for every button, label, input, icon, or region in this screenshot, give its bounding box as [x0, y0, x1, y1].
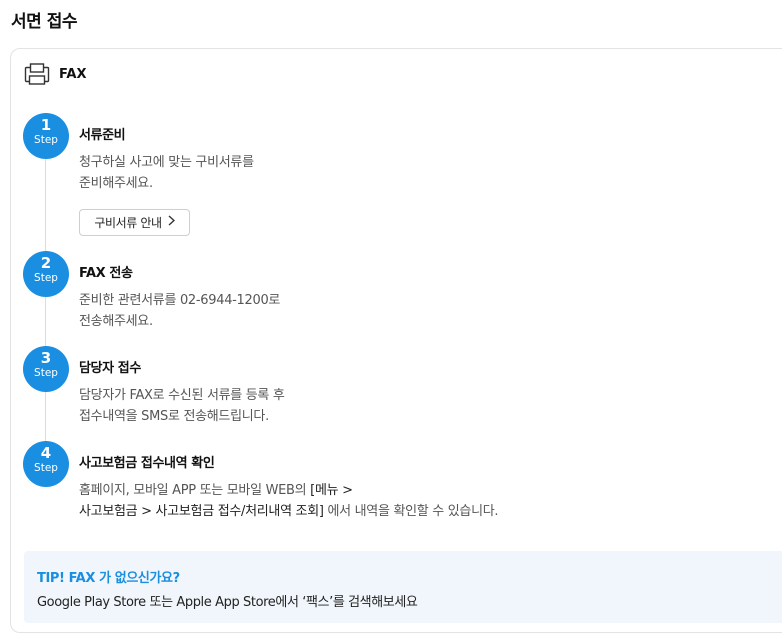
step-3-badge: 3 Step — [23, 346, 69, 392]
step-3-desc-line: 접수내역을 SMS로 전송해드립니다. — [79, 409, 269, 424]
step-2-description: 준비한 관련서류를 02-6944-1200로 전송해주세요. — [79, 290, 280, 332]
menu-path-text: 사고보험금 > 사고보험금 접수/처리내역 조회] — [79, 504, 324, 519]
step-2-desc-line: 전송해주세요. — [79, 314, 153, 329]
step-1-desc-line: 청구하실 사고에 맞는 구비서류를 — [79, 155, 254, 170]
tip-text: Google Play Store 또는 Apple App Store에서 ‘… — [37, 595, 418, 610]
step-2-title: FAX 전송 — [79, 266, 133, 281]
step-1-description: 청구하실 사고에 맞는 구비서류를 준비해주세요. — [79, 152, 254, 194]
step-1-title: 서류준비 — [79, 128, 126, 143]
step-label: Step — [34, 462, 58, 474]
fax-header: FAX — [24, 62, 86, 86]
step-2-badge: 2 Step — [23, 251, 69, 297]
chevron-right-icon — [168, 215, 175, 230]
required-documents-label: 구비서류 안내 — [94, 216, 162, 230]
step-3-description: 담당자가 FAX로 수신된 서류를 등록 후 접수내역을 SMS로 전송해드립니… — [79, 385, 285, 427]
tip-title: TIP! FAX 가 없으신가요? — [37, 571, 180, 586]
step-3-title: 담당자 접수 — [79, 361, 141, 376]
fax-icon — [24, 63, 50, 85]
step-1-badge: 1 Step — [23, 113, 69, 159]
required-documents-button[interactable]: 구비서류 안내 — [79, 209, 190, 236]
step-4-desc-line: 홈페이지, 모바일 APP 또는 모바일 WEB의 [메뉴 > — [79, 480, 498, 501]
step-4-desc-text: 에서 내역을 확인할 수 있습니다. — [323, 504, 499, 519]
fax-submission-card — [10, 48, 782, 633]
step-4-title: 사고보험금 접수내역 확인 — [79, 456, 215, 471]
tip-box — [24, 551, 782, 623]
step-label: Step — [34, 367, 58, 379]
step-1-desc-line: 준비해주세요. — [79, 176, 153, 191]
menu-path-text: [메뉴 > — [310, 483, 353, 498]
step-4-desc-text: 홈페이지, 모바일 APP 또는 모바일 WEB의 — [79, 483, 311, 498]
step-label: Step — [34, 134, 58, 146]
step-number: 1 — [40, 116, 52, 134]
timeline-line — [45, 140, 46, 460]
step-label: Step — [34, 272, 58, 284]
step-3-desc-line: 담당자가 FAX로 수신된 서류를 등록 후 — [79, 388, 285, 403]
step-number: 3 — [40, 349, 52, 367]
step-4-description: 홈페이지, 모바일 APP 또는 모바일 WEB의 [메뉴 > 사고보험금 > … — [79, 480, 499, 522]
fax-title: FAX — [59, 66, 87, 82]
step-4-badge: 4 Step — [23, 441, 69, 487]
step-number: 4 — [40, 444, 52, 462]
step-2-desc-line: 준비한 관련서류를 02-6944-1200로 — [79, 293, 281, 308]
page-title: 서면 접수 — [11, 12, 77, 32]
step-number: 2 — [40, 254, 52, 272]
step-4-desc-line: 사고보험금 > 사고보험금 접수/처리내역 조회] 에서 내역을 확인할 수 있… — [79, 501, 499, 522]
